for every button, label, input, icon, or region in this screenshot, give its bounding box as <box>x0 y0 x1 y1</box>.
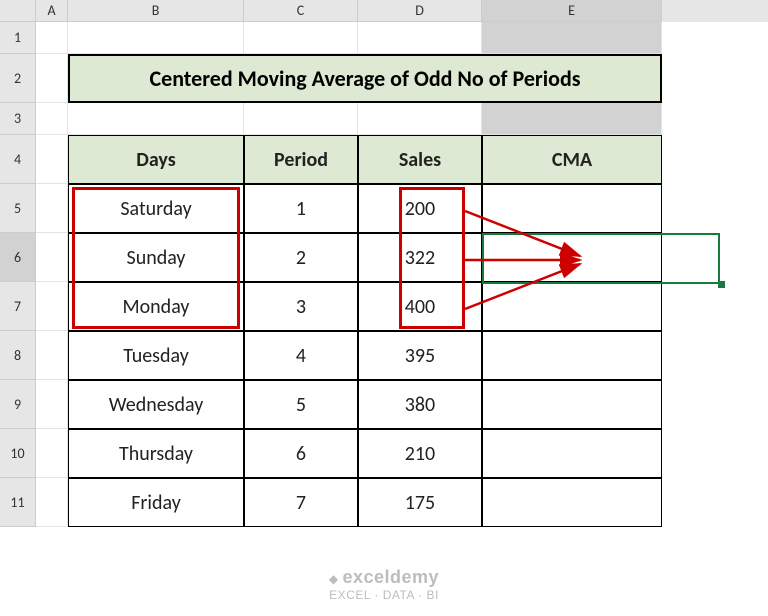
col-header-D[interactable]: D <box>358 0 482 22</box>
cell-A4[interactable] <box>36 135 68 184</box>
col-header-B[interactable]: B <box>68 0 244 22</box>
cell-E11-cma[interactable] <box>482 478 662 527</box>
cell-A9[interactable] <box>36 380 68 429</box>
cell-C9-period[interactable]: 5 <box>244 380 358 429</box>
header-cma[interactable]: CMA <box>482 135 662 184</box>
cell-B5-day[interactable]: Saturday <box>68 184 244 233</box>
cell-A5[interactable] <box>36 184 68 233</box>
cell-C1[interactable] <box>244 22 358 54</box>
cell-E5-cma[interactable] <box>482 184 662 233</box>
cell-D5-sales[interactable]: 200 <box>358 184 482 233</box>
cell-D1[interactable] <box>358 22 482 54</box>
row-header-2[interactable]: 2 <box>0 54 36 103</box>
header-days[interactable]: Days <box>68 135 244 184</box>
row-header-10[interactable]: 10 <box>0 429 36 478</box>
cell-B9-day[interactable]: Wednesday <box>68 380 244 429</box>
row-header-11[interactable]: 11 <box>0 478 36 527</box>
row-header-4[interactable]: 4 <box>0 135 36 184</box>
fill-handle[interactable] <box>718 281 725 288</box>
cell-D9-sales[interactable]: 380 <box>358 380 482 429</box>
cell-E6-cma[interactable] <box>482 233 662 282</box>
cell-B6-day[interactable]: Sunday <box>68 233 244 282</box>
cell-C6-period[interactable]: 2 <box>244 233 358 282</box>
cell-D10-sales[interactable]: 210 <box>358 429 482 478</box>
row-header-7[interactable]: 7 <box>0 282 36 331</box>
row-header-3[interactable]: 3 <box>0 103 36 135</box>
cell-A7[interactable] <box>36 282 68 331</box>
col-header-E[interactable]: E <box>482 0 662 22</box>
cell-B11-day[interactable]: Friday <box>68 478 244 527</box>
cell-E7-cma[interactable] <box>482 282 662 331</box>
cell-A6[interactable] <box>36 233 68 282</box>
cell-D7-sales[interactable]: 400 <box>358 282 482 331</box>
cell-A2[interactable] <box>36 54 68 103</box>
cell-B3[interactable] <box>68 103 244 135</box>
row-header-9[interactable]: 9 <box>0 380 36 429</box>
cell-C7-period[interactable]: 3 <box>244 282 358 331</box>
cell-E3[interactable] <box>482 103 662 135</box>
cell-D3[interactable] <box>358 103 482 135</box>
cell-B1[interactable] <box>68 22 244 54</box>
cell-E8-cma[interactable] <box>482 331 662 380</box>
cell-D6-sales[interactable]: 322 <box>358 233 482 282</box>
col-header-A[interactable]: A <box>36 0 68 22</box>
cell-A10[interactable] <box>36 429 68 478</box>
cell-D11-sales[interactable]: 175 <box>358 478 482 527</box>
cell-C11-period[interactable]: 7 <box>244 478 358 527</box>
watermark-logo-icon: ◆ <box>329 572 343 586</box>
cell-B10-day[interactable]: Thursday <box>68 429 244 478</box>
cell-C3[interactable] <box>244 103 358 135</box>
column-header-row: A B C D E <box>0 0 768 22</box>
title-cell[interactable]: Centered Moving Average of Odd No of Per… <box>68 54 662 103</box>
col-header-C[interactable]: C <box>244 0 358 22</box>
select-all-corner[interactable] <box>0 0 36 22</box>
cell-B7-day[interactable]: Monday <box>68 282 244 331</box>
cell-A8[interactable] <box>36 331 68 380</box>
watermark-text: exceldemy <box>342 567 439 587</box>
cell-C10-period[interactable]: 6 <box>244 429 358 478</box>
row-header-6[interactable]: 6 <box>0 233 36 282</box>
cell-A11[interactable] <box>36 478 68 527</box>
spreadsheet: A B C D E 1 2 Centered Moving Average of… <box>0 0 768 527</box>
watermark: ◆ exceldemy EXCEL · DATA · BI <box>329 567 439 602</box>
watermark-subtext: EXCEL · DATA · BI <box>329 588 439 602</box>
cell-A1[interactable] <box>36 22 68 54</box>
cell-C5-period[interactable]: 1 <box>244 184 358 233</box>
cell-C8-period[interactable]: 4 <box>244 331 358 380</box>
cell-D8-sales[interactable]: 395 <box>358 331 482 380</box>
row-header-1[interactable]: 1 <box>0 22 36 54</box>
cell-E1[interactable] <box>482 22 662 54</box>
row-header-5[interactable]: 5 <box>0 184 36 233</box>
cell-A3[interactable] <box>36 103 68 135</box>
cell-E9-cma[interactable] <box>482 380 662 429</box>
cell-B8-day[interactable]: Tuesday <box>68 331 244 380</box>
cell-E10-cma[interactable] <box>482 429 662 478</box>
header-sales[interactable]: Sales <box>358 135 482 184</box>
row-header-8[interactable]: 8 <box>0 331 36 380</box>
header-period[interactable]: Period <box>244 135 358 184</box>
